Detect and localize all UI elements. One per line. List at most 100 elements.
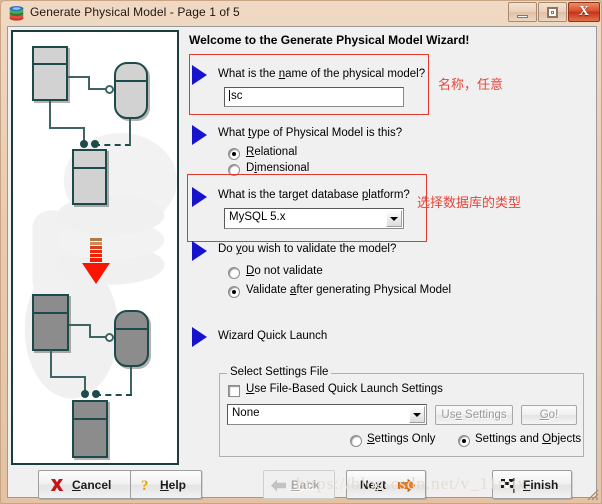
cancel-post: ancel [80, 478, 112, 492]
chevron-down-icon[interactable] [386, 210, 402, 227]
diagram-entity-1 [32, 46, 68, 101]
maximize-icon [547, 7, 558, 18]
question-mark-icon: ? [141, 478, 149, 493]
radio-label-dimensional[interactable]: Dimensional [246, 162, 309, 174]
q3-pre: What is the target database [218, 189, 362, 201]
ql-opt1-pre: Settings and [475, 433, 543, 445]
q1-pre: What is the [218, 68, 279, 80]
question-label-type: What type of Physical Model is this? [218, 127, 402, 139]
window-title: Generate Physical Model - Page 1 of 5 [30, 5, 240, 19]
svg-text:?: ? [141, 478, 149, 493]
model-name-input[interactable]: sc [224, 87, 404, 107]
red-down-arrow-icon [82, 238, 110, 284]
bullet-icon-4 [192, 241, 207, 261]
use-settings-pre: Us [441, 409, 456, 421]
radio-do-not-validate[interactable] [228, 267, 240, 279]
diagram-entity-4 [32, 294, 69, 351]
ql-opt0-accel: S [367, 433, 375, 445]
left-arrow-icon [271, 479, 286, 492]
use-file-based-settings-label[interactable]: Use File-Based Quick Launch Settings [246, 383, 443, 395]
radio-label-settings-and-objects[interactable]: Settings and Objects [475, 433, 581, 445]
cancel-button[interactable]: Cancel [38, 470, 133, 499]
close-icon: X [578, 4, 590, 19]
settings-file-value: None [232, 407, 260, 419]
q4-opt0-post: o not validate [254, 265, 323, 277]
cb-post: se File-Based Quick Launch Settings [254, 383, 443, 395]
radio-settings-and-objects[interactable] [458, 435, 470, 447]
diagram-link-4 [49, 101, 51, 129]
title-bar[interactable]: Generate Physical Model - Page 1 of 5 X [1, 1, 601, 26]
go-post: o! [548, 409, 559, 421]
q4-pre: Do [218, 243, 236, 255]
help-accel: H [160, 478, 169, 492]
diagram-entity-3 [72, 149, 107, 205]
database-platform-value: MySQL 5.x [229, 211, 286, 223]
q2-pre: What [218, 127, 249, 139]
diagram-entity-2 [114, 62, 148, 119]
question-label-name: What is the name of the physical model? [218, 68, 425, 80]
help-post: elp [168, 478, 187, 492]
diagram-link-11 [50, 350, 52, 378]
help-label: Help [160, 478, 186, 492]
go-button[interactable]: Go! [521, 405, 577, 425]
radio-label-relational[interactable]: Relational [246, 146, 297, 158]
wizard-window: Generate Physical Model - Page 1 of 5 X [0, 0, 602, 504]
minimize-icon [517, 15, 528, 18]
close-button[interactable]: X [568, 2, 600, 22]
database-platform-combobox[interactable]: MySQL 5.x [224, 208, 404, 229]
radio-label-settings-only[interactable]: Settings Only [367, 433, 435, 445]
resize-grip-icon[interactable] [585, 487, 599, 501]
settings-file-combobox[interactable]: None [227, 404, 427, 425]
minimize-button[interactable] [508, 2, 537, 22]
diagram-dashed-link-2 [95, 394, 132, 396]
cancel-label: Cancel [72, 478, 111, 492]
radio-label-do-not-validate[interactable]: Do not validate [246, 265, 323, 277]
chevron-down-icon-2[interactable] [409, 406, 425, 423]
diagram-optional-ring-2 [105, 333, 114, 342]
help-button[interactable]: ? Help [130, 470, 202, 499]
diagram-link-1 [68, 76, 90, 78]
diagram-endpoint-3 [81, 390, 89, 398]
use-file-based-settings-checkbox[interactable] [228, 385, 240, 397]
question-label-platform: What is the target database platform? [218, 189, 410, 201]
use-settings-button[interactable]: Use Settings [435, 405, 513, 425]
diagram-link-8 [69, 324, 91, 326]
select-settings-file-legend: Select Settings File [227, 366, 332, 378]
bullet-icon-3 [192, 187, 207, 207]
bullet-icon-5 [192, 327, 207, 347]
diagram-endpoint-1 [80, 140, 88, 148]
wizard-content: Welcome to the Generate Physical Model W… [184, 30, 594, 465]
diagram-entity-6 [72, 400, 108, 458]
maximize-button[interactable] [538, 2, 567, 22]
radio-settings-only[interactable] [350, 435, 362, 447]
diagram-dashed-link-1 [94, 144, 131, 146]
q4-opt1-pre: Validate [246, 284, 290, 296]
finish-label: Finish [523, 478, 558, 492]
question-label-validate: Do you wish to validate the model? [218, 243, 396, 255]
cancel-accel: C [72, 478, 81, 492]
finish-post: inish [530, 478, 559, 492]
x-mark-icon [50, 479, 64, 491]
ql-opt0-post: ettings Only [374, 433, 436, 445]
dialog-client-area: Welcome to the Generate Physical Model W… [7, 26, 597, 499]
q1-post: ame of the physical model? [285, 68, 426, 80]
layered-disc-icon [9, 6, 24, 21]
q2-post: ype of Physical Model is this? [251, 127, 403, 139]
radio-label-validate-after[interactable]: Validate after generating Physical Model [246, 284, 451, 296]
annotation-note-name: 名称，任意 [438, 78, 504, 93]
q2-opt0-post: elational [254, 146, 298, 158]
q4-opt1-post: fter generating Physical Model [296, 284, 452, 296]
annotation-note-platform: 选择数据库的类型 [417, 196, 522, 211]
q4-post: ou wish to validate the model? [241, 243, 397, 255]
q2-opt1-post: mensional [256, 162, 310, 174]
diagram-link-7 [129, 119, 131, 145]
model-name-value: sc [231, 90, 243, 102]
bullet-icon-2 [192, 125, 207, 145]
radio-relational[interactable] [228, 148, 240, 160]
page-title: Welcome to the Generate Physical Model W… [189, 33, 470, 47]
radio-validate-after[interactable] [228, 286, 240, 298]
ql-opt1-post: bjects [551, 433, 582, 445]
use-settings-post: Settings [461, 409, 507, 421]
q3-post: latform? [368, 189, 410, 201]
bullet-icon-1 [192, 65, 207, 85]
